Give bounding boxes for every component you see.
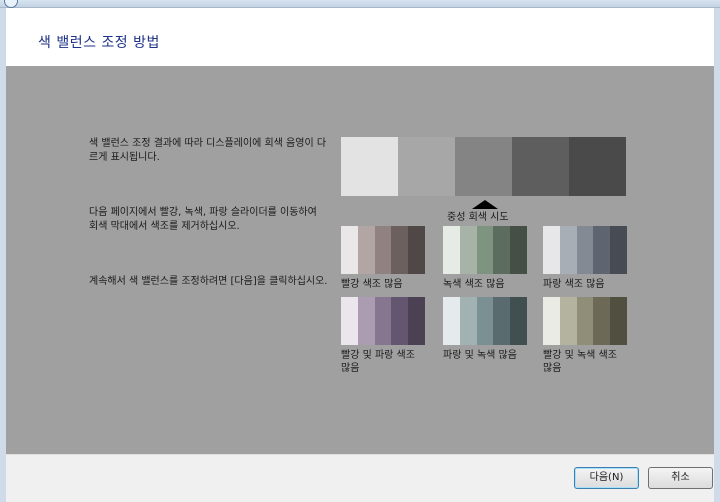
color-swatch — [610, 297, 627, 345]
sample-label: 빨강 및 파랑 색조 많음 — [341, 350, 415, 374]
sample-green-cast: 녹색 색조 많음 — [443, 226, 527, 291]
sample-strip — [543, 226, 627, 274]
color-swatch — [374, 226, 392, 274]
gray-swatch — [455, 137, 512, 196]
color-swatch — [443, 226, 460, 274]
color-swatch — [510, 226, 527, 274]
page-title: 색 밸런스 조정 방법 — [38, 35, 160, 51]
sample-blue-green-cast: 파랑 및 녹색 많음 — [443, 297, 527, 362]
color-swatch — [543, 226, 560, 274]
color-swatch — [408, 226, 425, 274]
color-swatch — [391, 226, 409, 274]
color-swatch — [610, 226, 627, 274]
window-frame-right — [714, 66, 720, 454]
sample-label: 파랑 색조 많음 — [543, 279, 605, 290]
gray-swatch — [398, 137, 455, 196]
cancel-button[interactable]: 취소 — [648, 467, 713, 489]
next-button[interactable]: 다음(N) — [574, 467, 639, 489]
wizard-footer: 다음(N) 취소 — [0, 454, 720, 502]
color-swatch — [443, 297, 460, 345]
color-swatch — [543, 297, 560, 345]
instruction-text-1: 색 밸런스 조정 결과에 따라 디스플레이에 회색 음영이 다르게 표시됩니다. — [89, 138, 327, 163]
sample-strip — [443, 226, 527, 274]
instruction-text-2: 다음 페이지에서 빨강, 녹색, 파랑 슬라이더를 이동하여 회색 막대에서 색… — [89, 207, 317, 232]
color-swatch — [510, 297, 527, 345]
sample-strip — [543, 297, 627, 345]
neutral-gray-label: 중성 회색 시도 — [447, 212, 509, 223]
sample-red-cast: 빨강 색조 많음 — [341, 226, 425, 291]
sample-label: 빨강 및 녹색 색조 많음 — [543, 350, 617, 374]
color-swatch — [476, 226, 494, 274]
color-swatch — [341, 297, 358, 345]
wizard-header: 색 밸런스 조정 방법 — [0, 8, 720, 66]
sample-strip — [341, 226, 425, 274]
color-swatch — [593, 226, 611, 274]
gray-swatch — [512, 137, 569, 196]
color-swatch — [459, 297, 477, 345]
color-swatch — [493, 297, 511, 345]
color-swatch — [476, 297, 494, 345]
color-swatch — [341, 226, 358, 274]
back-button-icon[interactable] — [4, 0, 18, 8]
color-swatch — [593, 297, 611, 345]
color-swatch — [408, 297, 425, 345]
gray-swatch — [341, 137, 398, 196]
color-swatch — [576, 226, 594, 274]
sample-red-green-cast: 빨강 및 녹색 색조 많음 — [543, 297, 627, 375]
color-swatch — [391, 297, 409, 345]
window-frame-left — [0, 66, 6, 454]
color-swatch — [357, 226, 375, 274]
sample-red-blue-cast: 빨강 및 파랑 색조 많음 — [341, 297, 425, 375]
sample-label: 녹색 색조 많음 — [443, 279, 505, 290]
color-swatch — [559, 297, 577, 345]
sample-strip — [341, 297, 425, 345]
sample-label: 빨강 색조 많음 — [341, 279, 403, 290]
gray-swatch — [569, 137, 626, 196]
color-swatch — [559, 226, 577, 274]
color-swatch — [493, 226, 511, 274]
color-swatch — [374, 297, 392, 345]
neutral-gray-bar — [341, 137, 626, 196]
color-swatch — [576, 297, 594, 345]
sample-blue-cast: 파랑 색조 많음 — [543, 226, 627, 291]
sample-strip — [443, 297, 527, 345]
color-swatch — [357, 297, 375, 345]
window-title-strip — [0, 0, 720, 8]
color-swatch — [459, 226, 477, 274]
instruction-text-3: 계속해서 색 밸런스를 조정하려면 [다음]을 클릭하십시오. — [89, 276, 328, 287]
sample-label: 파랑 및 녹색 많음 — [443, 350, 517, 361]
